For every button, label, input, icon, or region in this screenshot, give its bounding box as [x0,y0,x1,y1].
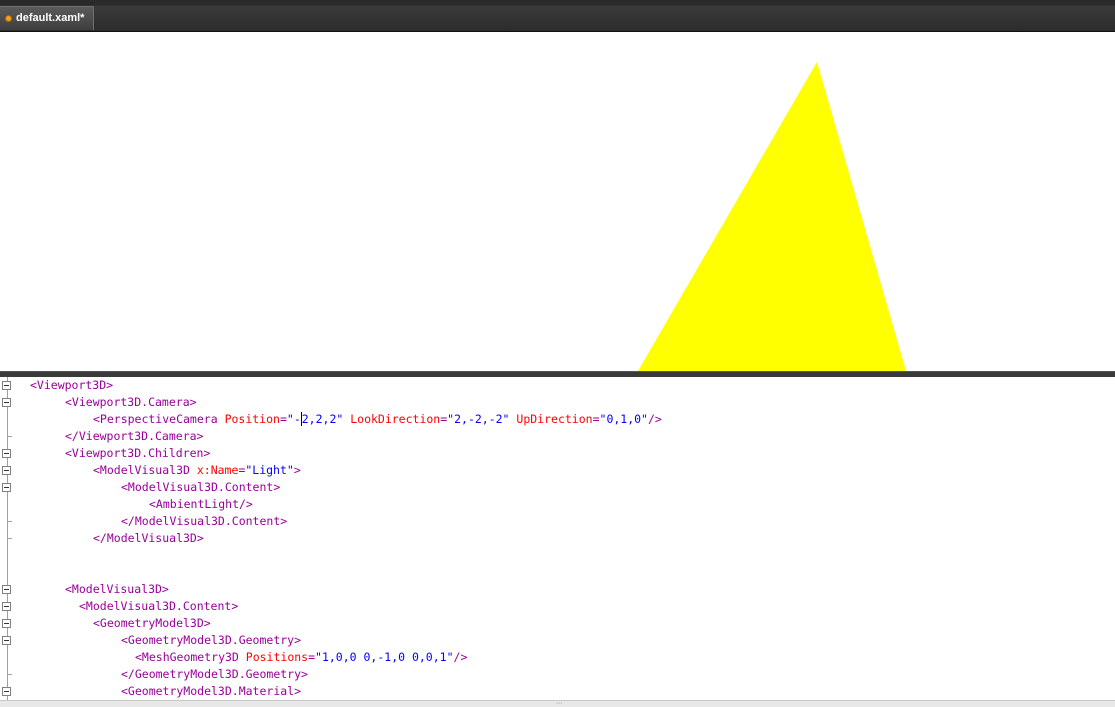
fold-gutter [0,377,18,707]
collapse-icon[interactable] [2,619,11,628]
code-line[interactable]: <ModelVisual3D x:Name="Light"> [93,462,301,479]
collapse-icon[interactable] [2,602,11,611]
xml-value: "- [286,412,301,426]
xml-tag: /> [647,412,662,426]
xml-tag: = [592,412,600,426]
code-line[interactable]: </ModelVisual3D> [93,530,204,547]
code-line[interactable]: <ModelVisual3D> [65,581,169,598]
viewport-render [638,62,906,371]
xml-attribute: Position [224,412,280,426]
xml-tag: </Viewport3D.Camera> [65,429,204,443]
code-line[interactable]: <Viewport3D.Camera> [65,394,197,411]
xml-attribute: LookDirection [343,412,441,426]
code-line[interactable]: <ModelVisual3D.Content> [121,479,280,496]
xml-tag: = [308,650,316,664]
xml-tag: <ModelVisual3D.Content> [121,480,281,494]
xml-tag: <ModelVisual3D [93,463,197,477]
document-tab-bar: default.xaml* [0,0,1115,32]
code-line[interactable]: <Viewport3D> [30,377,113,394]
code-line[interactable]: </GeometryModel3D.Geometry> [121,666,308,683]
code-line[interactable]: </ModelVisual3D.Content> [121,513,287,530]
xml-tag: <GeometryModel3D.Material> [121,684,302,698]
xml-tag: </GeometryModel3D.Geometry> [121,667,308,681]
xml-tag: </ModelVisual3D> [93,531,204,545]
code-line[interactable]: <AmbientLight/> [149,496,253,513]
xml-attribute: UpDirection [509,412,593,426]
fold-end-marker [7,521,12,522]
xml-tag: <MeshGeometry3D [135,650,246,664]
fold-guide [7,377,8,707]
xml-tag: <GeometryModel3D.Geometry> [121,633,302,647]
xml-value: 2,2,2" [301,412,344,426]
design-preview-viewport[interactable] [0,32,1115,371]
xml-tag: = [279,412,287,426]
xml-tag: <AmbientLight/> [149,497,253,511]
collapse-icon[interactable] [2,585,11,594]
code-line[interactable]: <GeometryModel3D> [93,615,211,632]
xml-tag: <Viewport3D> [30,378,114,392]
xaml-code-editor[interactable]: <Viewport3D> <Viewport3D.Camera> <Perspect… [0,377,1115,707]
xml-tag: <Viewport3D.Children> [65,446,211,460]
collapse-icon[interactable] [2,466,11,475]
collapse-icon[interactable] [2,381,11,390]
xml-tag: > [293,463,301,477]
horizontal-scrollbar[interactable]: ⋯ [0,700,1115,707]
collapse-icon[interactable] [2,687,11,696]
code-line[interactable]: <MeshGeometry3D Positions="1,0,0 0,-1,0 … [135,649,467,666]
rendered-triangle [638,62,906,371]
xml-tag: </ModelVisual3D.Content> [121,514,288,528]
xml-value: "1,0,0 0,-1,0 0,0,1" [315,650,454,664]
xml-tag: <PerspectiveCamera [93,412,225,426]
code-line[interactable]: <ModelVisual3D.Content> [79,598,238,615]
collapse-icon[interactable] [2,398,11,407]
xml-value: "Light" [245,463,294,477]
scrollbar-grip-icon[interactable]: ⋯ [556,701,566,707]
fold-end-marker [7,674,12,675]
code-line[interactable]: <GeometryModel3D.Geometry> [121,632,301,649]
xml-tag: <Viewport3D.Camera> [65,395,197,409]
xml-value: "2,-2,-2" [447,412,510,426]
xml-attribute: x:Name [196,463,239,477]
xml-tag: <ModelVisual3D> [65,582,169,596]
tab-default-xaml[interactable]: default.xaml* [0,6,94,30]
fold-end-marker [7,538,12,539]
code-line[interactable]: <PerspectiveCamera Position="-2,2,2" Loo… [93,411,662,428]
collapse-icon[interactable] [2,483,11,492]
code-line[interactable]: </Viewport3D.Camera> [65,428,203,445]
tab-label: default.xaml* [16,12,85,24]
collapse-icon[interactable] [2,636,11,645]
modified-indicator-icon [5,15,12,22]
xml-value: "0,1,0" [599,412,648,426]
code-line[interactable]: <GeometryModel3D.Material> [121,683,301,700]
fold-end-marker [7,436,12,437]
code-line[interactable]: <Viewport3D.Children> [65,445,210,462]
xml-tag: /> [453,650,468,664]
xml-attribute: Positions [245,650,309,664]
collapse-icon[interactable] [2,449,11,458]
xml-tag: <ModelVisual3D.Content> [79,599,239,613]
xml-tag: <GeometryModel3D> [93,616,211,630]
